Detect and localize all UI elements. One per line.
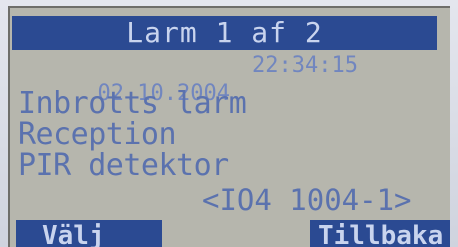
device-bezel: Larm 1 af 2 02.10.2004 22:34:15 Inbrotts… (0, 0, 458, 247)
alarm-title-bar: Larm 1 af 2 (12, 16, 437, 50)
alarm-time: 22:34:15 (252, 53, 358, 78)
detector-text: PIR detektor (18, 148, 229, 183)
alarm-location-text: Reception (18, 117, 177, 152)
select-softkey[interactable]: Välj (16, 220, 162, 247)
device-id-text: <IO4 1004-1> (202, 183, 412, 217)
lcd-screen: Larm 1 af 2 02.10.2004 22:34:15 Inbrotts… (8, 6, 450, 247)
alarm-type-text: Inbrotts larm (18, 86, 247, 121)
back-softkey[interactable]: Tillbaka (310, 220, 450, 247)
